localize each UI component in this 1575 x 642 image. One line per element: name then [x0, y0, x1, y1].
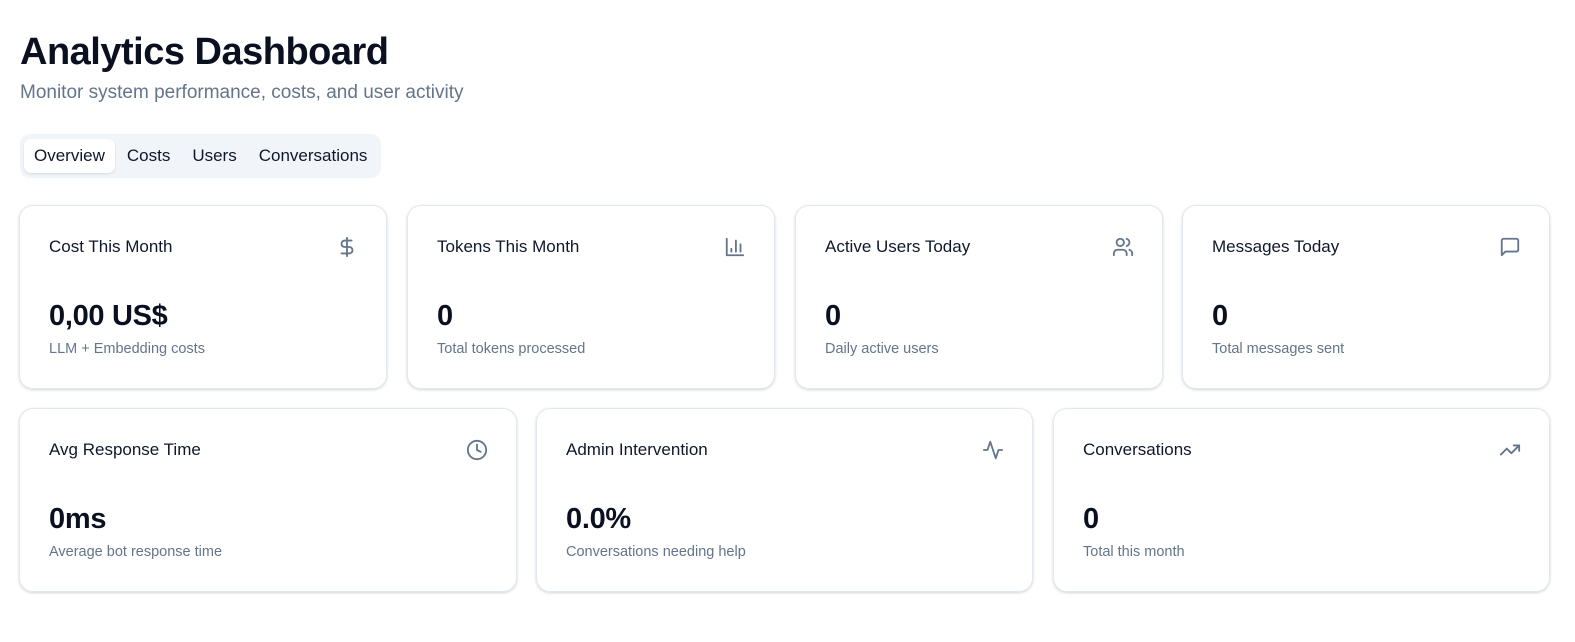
stat-card-label: Cost This Month — [49, 237, 173, 256]
tab-costs[interactable]: Costs — [117, 139, 180, 173]
stat-card-value: 0 — [1083, 503, 1099, 535]
stat-card-conversations: Conversations 0 Total this month — [1053, 408, 1550, 592]
message-icon — [1499, 236, 1521, 258]
bar-chart-icon — [724, 236, 746, 258]
stat-card-label: Conversations — [1083, 440, 1192, 459]
stat-card-description: Total this month — [1083, 544, 1185, 560]
stat-card-label: Tokens This Month — [437, 237, 580, 256]
stat-card-cost-this-month: Cost This Month 0,00 US$ LLM + Embedding… — [19, 205, 387, 389]
stat-card-value: 0ms — [49, 503, 107, 535]
stat-card-description: Conversations needing help — [566, 544, 746, 560]
stat-card-description: Total tokens processed — [437, 341, 586, 357]
tab-users[interactable]: Users — [182, 139, 246, 173]
stat-card-label: Admin Intervention — [566, 440, 708, 459]
stat-card-value: 0 — [437, 300, 453, 332]
stat-card-messages-today: Messages Today 0 Total messages sent — [1182, 205, 1550, 389]
stat-card-label: Active Users Today — [825, 237, 971, 256]
stat-card-label: Messages Today — [1212, 237, 1340, 256]
stat-card-description: LLM + Embedding costs — [49, 341, 205, 357]
stat-card-label: Avg Response Time — [49, 440, 201, 459]
dollar-icon — [336, 236, 358, 258]
tab-conversations[interactable]: Conversations — [249, 139, 378, 173]
page-subtitle: Monitor system performance, costs, and u… — [20, 82, 464, 103]
users-icon — [1112, 236, 1134, 258]
stat-card-value: 0 — [825, 300, 841, 332]
clock-icon — [466, 439, 488, 461]
stat-card-active-users-today: Active Users Today 0 Daily active users — [795, 205, 1163, 389]
stat-card-avg-response-time: Avg Response Time 0ms Average bot respon… — [19, 408, 517, 592]
trending-up-icon — [1499, 439, 1521, 461]
stat-card-value: 0,00 US$ — [49, 300, 168, 332]
tab-list: Overview Costs Users Conversations — [20, 134, 382, 178]
dashboard-page: Analytics Dashboard Monitor system perfo… — [20, 28, 1556, 178]
activity-icon — [982, 439, 1004, 461]
stat-card-value: 0.0% — [566, 503, 631, 535]
stat-card-admin-intervention: Admin Intervention 0.0% Conversations ne… — [536, 408, 1033, 592]
stat-card-value: 0 — [1212, 300, 1228, 332]
stat-card-tokens-this-month: Tokens This Month 0 Total tokens process… — [407, 205, 775, 389]
stat-card-description: Daily active users — [825, 341, 939, 357]
page-title: Analytics Dashboard — [20, 31, 389, 73]
stat-card-description: Average bot response time — [49, 544, 223, 560]
tab-overview[interactable]: Overview — [24, 139, 115, 173]
stat-card-description: Total messages sent — [1212, 341, 1345, 357]
